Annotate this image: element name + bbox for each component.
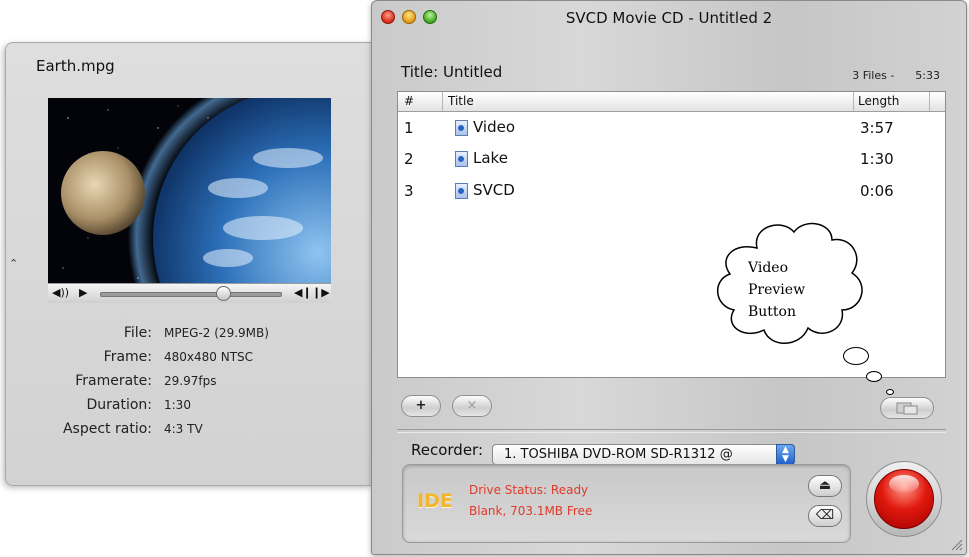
- info-label: Framerate:: [75, 373, 152, 389]
- earth-moon-preview-image: [48, 98, 331, 301]
- info-row-aspect-ratio: Aspect ratio: 4:3 TV: [6, 421, 372, 443]
- annotation-text: Video Preview Button: [748, 257, 818, 323]
- row-number: 3: [404, 182, 414, 200]
- column-divider: [853, 92, 854, 111]
- section-divider: [397, 429, 946, 433]
- table-row[interactable]: 2 Lake 1:30: [398, 144, 945, 176]
- video-preview-button[interactable]: [880, 397, 934, 419]
- play-icon[interactable]: ▶: [79, 286, 87, 300]
- info-row-frame: Frame: 480x480 NTSC: [6, 349, 372, 371]
- eject-icon: ⏏: [818, 478, 832, 493]
- column-header-length[interactable]: Length: [858, 94, 899, 108]
- info-value: 29.97fps: [164, 374, 217, 388]
- step-forward-icon[interactable]: ❙▶: [312, 286, 330, 300]
- burn-button-face: [874, 469, 934, 529]
- speaker-icon[interactable]: ◀)): [52, 286, 69, 300]
- info-row-framerate: Framerate: 29.97fps: [6, 373, 372, 395]
- movie-file-icon: [455, 120, 468, 136]
- scrub-thumb[interactable]: [216, 286, 231, 301]
- info-value: 1:30: [164, 398, 191, 412]
- column-divider: [929, 92, 930, 111]
- table-row[interactable]: 1 Video 3:57: [398, 113, 945, 145]
- remove-file-button[interactable]: ×: [452, 395, 492, 417]
- drive-status-text: Drive Status: Ready: [469, 483, 589, 497]
- video-preview-icon: [896, 402, 918, 415]
- recorder-select[interactable]: 1. TOSHIBA DVD-ROM SD-R1312 @ ▲ ▼: [492, 444, 795, 465]
- movie-controller: ◀)) ▶ ◀❙ ❙▶: [48, 283, 331, 303]
- info-row-file: File: MPEG-2 (29.9MB): [6, 325, 372, 347]
- select-arrows-icon: ▲ ▼: [776, 444, 795, 465]
- files-summary: 3 Files - 5:33: [852, 69, 940, 82]
- info-label: Duration:: [86, 397, 152, 413]
- row-number: 2: [404, 150, 414, 168]
- erase-button[interactable]: ⌫: [808, 505, 842, 527]
- burn-button[interactable]: [866, 461, 942, 537]
- column-divider: [442, 92, 443, 111]
- info-value: MPEG-2 (29.9MB): [164, 326, 269, 340]
- recorder-value: 1. TOSHIBA DVD-ROM SD-R1312 @: [504, 447, 733, 462]
- row-title: Lake: [473, 149, 508, 167]
- annotation-line: Preview: [748, 282, 806, 298]
- info-label: Aspect ratio:: [62, 421, 152, 437]
- row-title: Video: [473, 118, 516, 136]
- drive-status-panel: IDE Drive Status: Ready Blank, 703.1MB F…: [402, 464, 851, 543]
- row-length: 0:06: [860, 182, 894, 200]
- disc-title[interactable]: Title: Untitled: [401, 63, 502, 81]
- ide-badge: IDE: [417, 490, 453, 512]
- info-value: 480x480 NTSC: [164, 350, 254, 364]
- main-window: SVCD Movie CD - Untitled 2 Title: Untitl…: [371, 0, 967, 555]
- info-label: File:: [123, 325, 152, 341]
- window-title: SVCD Movie CD - Untitled 2: [565, 9, 773, 27]
- movie-file-icon: [455, 151, 468, 167]
- drawer-handle-icon[interactable]: ⌃: [9, 257, 18, 270]
- eject-button[interactable]: ⏏: [808, 475, 842, 497]
- table-row[interactable]: 3 SVCD 0:06: [398, 176, 945, 208]
- annotation-line: Button: [748, 304, 797, 320]
- row-length: 3:57: [860, 119, 894, 137]
- row-length: 1:30: [860, 150, 894, 168]
- row-number: 1: [404, 119, 414, 137]
- erase-icon: ⌫: [815, 508, 835, 523]
- row-title: SVCD: [473, 181, 515, 199]
- table-header: # Title Length: [398, 92, 945, 112]
- column-header-number[interactable]: #: [404, 94, 414, 108]
- column-header-title[interactable]: Title: [448, 94, 474, 108]
- recorder-label: Recorder:: [411, 441, 484, 459]
- info-drawer: Earth.mpg ⌃ ◀)) ▶ ◀❙ ❙▶ File: MPEG-2 (29…: [5, 42, 372, 486]
- info-row-duration: Duration: 1:30: [6, 397, 372, 419]
- info-label: Frame:: [103, 349, 152, 365]
- annotation-line: Video: [748, 260, 789, 276]
- movie-filename: Earth.mpg: [36, 57, 115, 75]
- annotation-puff: [866, 371, 882, 382]
- step-back-icon[interactable]: ◀❙: [294, 286, 312, 300]
- movie-file-icon: [455, 183, 468, 199]
- burn-button-highlight: [889, 475, 919, 493]
- scrub-bar[interactable]: [100, 286, 282, 301]
- annotation-puff: [886, 389, 894, 395]
- movie-preview: [48, 98, 331, 301]
- disc-status-text: Blank, 703.1MB Free: [469, 504, 593, 518]
- add-file-button[interactable]: +: [401, 395, 441, 417]
- info-value: 4:3 TV: [164, 422, 203, 436]
- annotation-puff: [843, 347, 869, 365]
- resize-grip-icon[interactable]: [950, 538, 963, 551]
- title-bar[interactable]: SVCD Movie CD - Untitled 2: [372, 1, 966, 35]
